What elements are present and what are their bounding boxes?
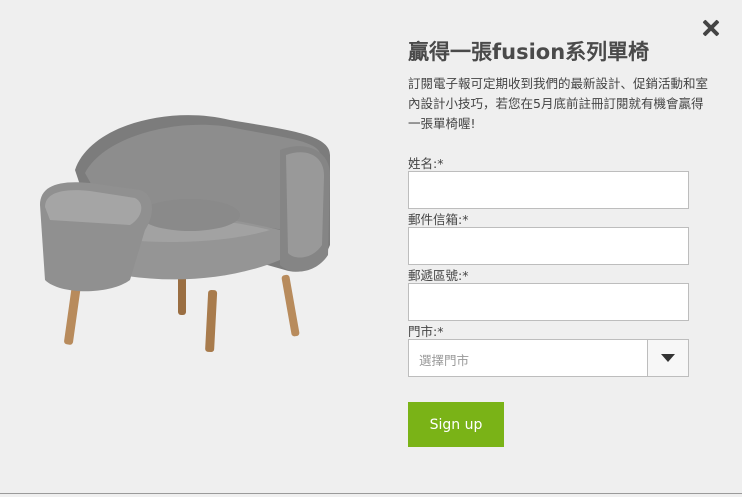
chair-image bbox=[40, 115, 330, 353]
zip-label: 郵遞區號:* bbox=[408, 268, 469, 283]
signup-form: 贏得一張fusion系列單椅 訂閱電子報可定期收到我們的最新設計、促銷活動和室內… bbox=[408, 38, 708, 377]
newsletter-popup: 贏得一張fusion系列單椅 訂閱電子報可定期收到我們的最新設計、促銷活動和室內… bbox=[0, 0, 742, 495]
name-field[interactable] bbox=[408, 171, 689, 209]
store-select[interactable]: 選擇門市 bbox=[408, 339, 689, 377]
email-field[interactable] bbox=[408, 227, 689, 265]
name-label: 姓名:* bbox=[408, 156, 444, 171]
chevron-down-icon[interactable] bbox=[647, 340, 688, 376]
store-label: 門市:* bbox=[408, 324, 444, 339]
close-icon[interactable] bbox=[700, 17, 722, 39]
divider bbox=[0, 493, 742, 494]
store-select-value: 選擇門市 bbox=[419, 353, 470, 368]
popup-description: 訂閱電子報可定期收到我們的最新設計、促銷活動和室內設計小技巧，若您在5月底前註冊… bbox=[408, 76, 709, 131]
zip-field[interactable] bbox=[408, 283, 689, 321]
popup-title: 贏得一張fusion系列單椅 bbox=[408, 40, 650, 64]
email-label: 郵件信箱:* bbox=[408, 212, 469, 227]
sign-up-button[interactable]: Sign up bbox=[408, 402, 504, 447]
